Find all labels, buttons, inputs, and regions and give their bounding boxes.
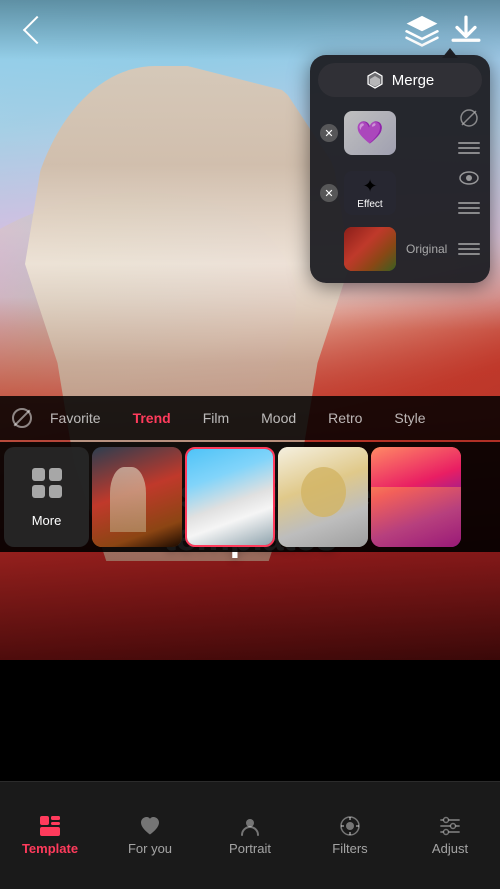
- main-canvas: Merge ✕ 💜: [0, 0, 500, 660]
- portrait-nav-icon: [239, 815, 261, 837]
- filters-nav-icon: [339, 815, 361, 837]
- layer-heart-edit-icon[interactable]: [458, 107, 480, 129]
- nav-item-for-you[interactable]: For you: [100, 807, 200, 864]
- layer-effect-thumb[interactable]: ✦ Effect: [344, 171, 396, 215]
- top-header: [0, 0, 500, 60]
- layer-effect-visibility-icon[interactable]: [458, 167, 480, 189]
- filter-retro[interactable]: Retro: [314, 406, 376, 430]
- heart-sticker-icon: 💜: [356, 120, 383, 146]
- template-thumb-2-image: [187, 449, 273, 545]
- nav-item-portrait[interactable]: Portrait: [200, 807, 300, 864]
- layers-button[interactable]: [404, 12, 440, 48]
- template-thumb-2[interactable]: [185, 447, 275, 547]
- template-nav-icon: [39, 815, 61, 837]
- template-thumb-1[interactable]: [92, 447, 182, 547]
- bottom-navigation: Template For you Portrait Filters: [0, 781, 500, 889]
- template-thumb-4[interactable]: [371, 447, 461, 547]
- layer-heart-reorder-icon[interactable]: [458, 137, 480, 159]
- more-label: More: [32, 513, 62, 528]
- layer-original-thumb[interactable]: [344, 227, 396, 271]
- thumbnails-row: More: [0, 442, 500, 552]
- back-button[interactable]: [16, 12, 52, 48]
- filter-favorite[interactable]: Favorite: [36, 406, 115, 430]
- filter-mood[interactable]: Mood: [247, 406, 310, 430]
- filter-divider-icon: [12, 408, 32, 428]
- layer-effect-controls: [458, 167, 480, 219]
- back-arrow-icon: [23, 16, 51, 44]
- effect-sparkle-icon: ✦: [362, 176, 377, 197]
- layer-original-reorder-icon[interactable]: [458, 238, 480, 260]
- nav-item-template[interactable]: Template: [0, 807, 100, 864]
- layers-icon: [404, 12, 440, 48]
- nav-item-adjust[interactable]: Adjust: [400, 807, 500, 864]
- layer-effect-reorder-icon[interactable]: [458, 197, 480, 219]
- layer-heart-thumb[interactable]: 💜: [344, 111, 396, 155]
- adjust-nav-icon: [439, 815, 461, 837]
- layer-effect-close[interactable]: ✕: [320, 184, 338, 202]
- header-right-controls: [404, 12, 484, 48]
- nav-label-portrait: Portrait: [229, 841, 271, 856]
- filter-trend[interactable]: Trend: [119, 406, 185, 430]
- layer-effect-row: ✕ ✦ Effect: [318, 163, 482, 223]
- layer-original-label: Original: [406, 242, 447, 256]
- download-icon: [448, 12, 484, 48]
- layer-heart-row: ✕ 💜: [318, 103, 482, 163]
- nav-item-filters[interactable]: Filters: [300, 807, 400, 864]
- download-button[interactable]: [448, 12, 484, 48]
- layer-heart-close[interactable]: ✕: [320, 124, 338, 142]
- layer-original-row: Original: [318, 223, 482, 275]
- template-thumb-1-image: [92, 447, 182, 547]
- merge-button[interactable]: Merge: [318, 63, 482, 97]
- more-icon: [30, 466, 64, 507]
- filter-bar: Favorite Trend Film Mood Retro Style: [0, 396, 500, 440]
- nav-label-for-you: For you: [128, 841, 172, 856]
- layer-heart-controls: [458, 107, 480, 159]
- nav-label-template: Template: [22, 841, 78, 856]
- more-templates-button[interactable]: More: [4, 447, 89, 547]
- nav-label-adjust: Adjust: [432, 841, 468, 856]
- template-thumb-3[interactable]: [278, 447, 368, 547]
- filter-style[interactable]: Style: [380, 406, 439, 430]
- layer-original-controls: [458, 238, 480, 260]
- filter-film[interactable]: Film: [189, 406, 243, 430]
- merge-button-label: Merge: [392, 72, 435, 89]
- for-you-nav-icon: [139, 815, 161, 837]
- template-thumb-3-image: [278, 447, 368, 547]
- merge-button-icon: [366, 71, 384, 89]
- nav-label-filters: Filters: [332, 841, 367, 856]
- template-thumb-4-image: [371, 447, 461, 547]
- effect-thumb-label: Effect: [357, 199, 382, 210]
- merge-popup: Merge ✕ 💜: [310, 55, 490, 283]
